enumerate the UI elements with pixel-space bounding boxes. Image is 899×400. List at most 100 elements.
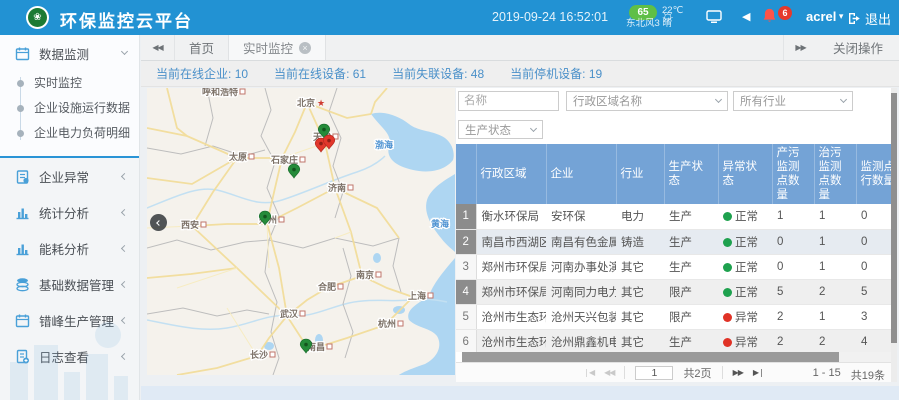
- status-dot-icon: [723, 338, 732, 347]
- total-pages-label: 共2页: [683, 365, 711, 381]
- sidebar-group-collapsed[interactable]: 基础数据管理: [0, 266, 139, 302]
- cell-running-points: 0: [856, 254, 891, 279]
- industry-select[interactable]: 所有行业: [733, 91, 853, 111]
- sidebar-submenu: 实时监控企业设施运行数据企业电力负荷明细: [0, 71, 139, 146]
- cell-pollution-points: 0: [772, 229, 814, 254]
- cell-abnormal-status: 异常: [718, 304, 772, 329]
- cell-company: 南昌有色金属有限: [546, 229, 616, 254]
- china-map[interactable]: 渤海黄海呼和浩特北京★天津太原石家庄济南西安郑州合肥南京上海武汉杭州长沙南昌: [147, 88, 455, 375]
- table-row[interactable]: 1衡水环保局安环保电力生产正常110: [456, 204, 891, 229]
- scroll-tabs-right-icon[interactable]: ▶▶: [783, 35, 817, 60]
- sidebar-item[interactable]: 实时监控: [0, 71, 139, 96]
- cell-treatment-points: 2: [814, 329, 856, 352]
- scroll-tabs-left-icon[interactable]: ◀◀: [141, 35, 175, 60]
- stat-item: 当前停机设备: 19: [510, 65, 602, 82]
- city-marker-icon: [201, 222, 206, 227]
- city-label: 武汉: [280, 308, 299, 319]
- city-label: 西安: [181, 219, 199, 230]
- column-header[interactable]: 行政区域: [476, 144, 546, 204]
- column-header[interactable]: 异常状态: [718, 144, 772, 204]
- column-header[interactable]: 监测点运行数量: [856, 144, 891, 204]
- sidebar-group-collapsed[interactable]: 统计分析: [0, 194, 139, 230]
- page-number-input[interactable]: [635, 366, 673, 380]
- hscroll-thumb[interactable]: [462, 352, 839, 362]
- datetime-display: 2019-09-24 16:52:01: [492, 10, 608, 24]
- table-row[interactable]: 4郑州市环保局河南同力电力设计其它限产正常525: [456, 279, 891, 304]
- bar-chart-icon: [15, 241, 30, 256]
- monitor-icon[interactable]: [706, 10, 722, 29]
- cell-prod-status: 生产: [664, 204, 718, 229]
- cell-abnormal-status: 正常: [718, 204, 772, 229]
- tab-realtime-monitor[interactable]: 实时监控×: [228, 35, 326, 60]
- row-number: 3: [456, 254, 476, 279]
- column-header[interactable]: 治污监测点数量: [814, 144, 856, 204]
- sidebar-item[interactable]: 企业电力负荷明细: [0, 121, 139, 146]
- vscroll-thumb[interactable]: [891, 93, 897, 343]
- sidebar-group-collapsed[interactable]: 企业异常: [0, 158, 139, 194]
- calendar-icon: [15, 313, 30, 328]
- cell-treatment-points: 1: [814, 304, 856, 329]
- sidebar-group-collapsed[interactable]: 能耗分析: [0, 230, 139, 266]
- cell-running-points: 5: [856, 279, 891, 304]
- table-row[interactable]: 2南昌市西湖区环保局南昌有色金属有限铸造生产正常010: [456, 229, 891, 254]
- first-page-button[interactable]: ❘◀: [583, 368, 594, 377]
- volume-icon[interactable]: ◀: [742, 10, 750, 23]
- production-status-select[interactable]: 生产状态: [458, 120, 543, 139]
- sidebar-group-header[interactable]: 数据监测: [0, 35, 139, 71]
- sidebar-group-collapsed[interactable]: 日志查看: [0, 338, 139, 374]
- cell-pollution-points: 1: [772, 204, 814, 229]
- chevron-left-icon: [121, 208, 128, 215]
- notification-count-badge[interactable]: 6: [778, 6, 792, 20]
- sidebar-group-collapsed[interactable]: 错峰生产管理: [0, 302, 139, 338]
- status-dot-icon: [723, 263, 732, 272]
- user-menu[interactable]: acrel ▾: [806, 9, 843, 24]
- table-row[interactable]: 5沧州市生态环保局沧州天兴包装制品其它限产异常213: [456, 304, 891, 329]
- cell-abnormal-status: 异常: [718, 329, 772, 352]
- sidebar-item[interactable]: 企业设施运行数据: [0, 96, 139, 121]
- region-select[interactable]: 行政区域名称: [566, 91, 728, 111]
- city-marker-icon: [376, 272, 381, 277]
- app-title: 环保监控云平台: [60, 7, 193, 32]
- sun-weather-icon: ☼: [660, 6, 676, 26]
- column-header[interactable]: 产污监测点数量: [772, 144, 814, 204]
- column-header[interactable]: 生产状态: [664, 144, 718, 204]
- chevron-left-icon: [121, 316, 128, 323]
- map-collapse-button[interactable]: [150, 214, 167, 231]
- close-operations-menu[interactable]: 关闭操作: [817, 35, 899, 60]
- chevron-down-icon: [715, 96, 722, 103]
- horizontal-scrollbar[interactable]: [462, 352, 891, 362]
- close-icon[interactable]: ×: [299, 42, 311, 54]
- cell-industry: 其它: [616, 254, 664, 279]
- tab-home[interactable]: 首页: [175, 35, 228, 60]
- cell-prod-status: 生产: [664, 329, 718, 352]
- app-window: ❀ 环保监控云平台 2019-09-24 16:52:01 65 22℃ 东北风…: [0, 0, 899, 400]
- column-header[interactable]: 行业: [616, 144, 664, 204]
- map-pin-green[interactable]: [288, 164, 299, 178]
- prev-page-button[interactable]: ◀◀: [604, 368, 614, 377]
- calendar-icon: [15, 46, 30, 61]
- row-number: 6: [456, 329, 476, 352]
- city-marker-icon: [338, 284, 343, 289]
- vertical-scrollbar[interactable]: [891, 88, 897, 382]
- logout-button[interactable]: 退出: [848, 9, 891, 28]
- sidebar-nav: 数据监测实时监控企业设施运行数据企业电力负荷明细企业异常统计分析能耗分析基础数据…: [0, 35, 140, 400]
- east-sea-shape: [399, 258, 455, 375]
- notification-bell-icon[interactable]: [762, 8, 777, 28]
- cell-prod-status: 生产: [664, 229, 718, 254]
- next-page-button[interactable]: ▶▶: [733, 368, 743, 377]
- cell-running-points: 3: [856, 304, 891, 329]
- table-row[interactable]: 3郑州市环保局河南办事处演示其它生产正常010: [456, 254, 891, 279]
- cell-pollution-points: 2: [772, 304, 814, 329]
- cell-industry: 其它: [616, 304, 664, 329]
- database-icon: [15, 277, 30, 292]
- table-row[interactable]: 6沧州市生态环保局沧州鼎鑫机电设备其它生产异常224: [456, 329, 891, 352]
- name-search-input[interactable]: [458, 91, 559, 111]
- city-label: 太原: [228, 151, 247, 162]
- city-label: 合肥: [318, 281, 336, 292]
- column-header[interactable]: 企业: [546, 144, 616, 204]
- app-logo-icon: ❀: [26, 6, 49, 29]
- cell-prod-status: 限产: [664, 279, 718, 304]
- cell-pollution-points: 0: [772, 254, 814, 279]
- status-dot-icon: [723, 313, 732, 322]
- last-page-button[interactable]: ▶❘: [753, 368, 764, 377]
